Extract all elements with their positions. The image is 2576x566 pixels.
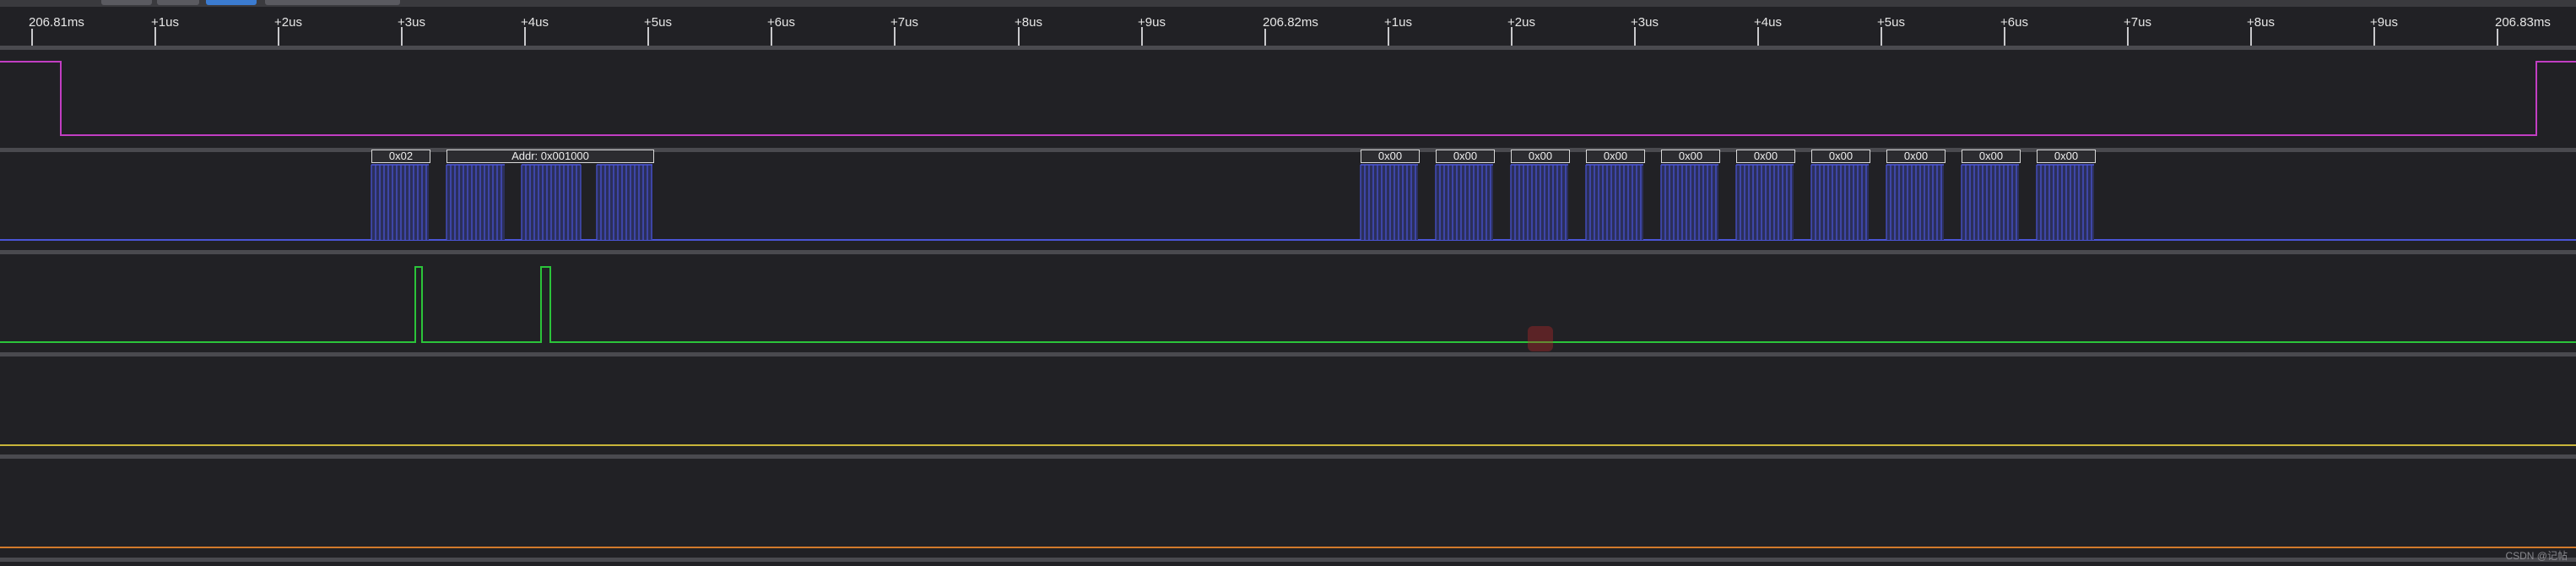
ruler-label: +3us [398,15,425,30]
ruler-tick [524,27,526,47]
ruler-tick [2250,27,2252,47]
ruler-tick [154,27,156,47]
ruler-tick [1634,27,1636,47]
channel-2-waveform[interactable]: 0x02 Addr: 0x001000 0x00 0x00 0x00 0x00 … [0,150,2576,250]
decode-label[interactable]: 0x00 [1962,150,2021,163]
ruler-tick [401,27,403,47]
window-top-bar [0,0,2576,7]
decode-label[interactable]: 0x00 [1736,150,1795,163]
ruler-tick [1264,29,1266,47]
decode-label[interactable]: 0x00 [1811,150,1870,163]
ruler-tick [2127,27,2129,47]
channel-4-waveform[interactable] [0,356,2576,454]
time-ruler[interactable]: 206.81ms +1us +2us +3us +4us +5us +6us +… [0,7,2576,47]
ruler-label: +4us [1754,15,1782,30]
ruler-tick [278,27,279,47]
ruler-label: +7us [890,15,918,30]
ruler-label: +2us [1507,15,1535,30]
watermark: CSDN @记帖 [2505,550,2568,562]
ruler-tick [771,27,772,47]
decode-label[interactable]: 0x00 [1886,150,1946,163]
decode-label[interactable]: 0x00 [2037,150,2096,163]
ruler-label: +2us [274,15,302,30]
channel-3-waveform[interactable] [0,254,2576,352]
decode-label[interactable]: 0x00 [1361,150,1420,163]
decode-label[interactable]: 0x00 [1661,150,1720,163]
channel-3-trace [0,266,2576,343]
ruler-tick [2497,29,2498,47]
channel-1-waveform[interactable] [0,50,2576,148]
ruler-tick [1141,27,1143,47]
toolbar-tab[interactable] [101,0,152,5]
ruler-label: +7us [2124,15,2151,30]
decode-label[interactable]: 0x00 [1436,150,1495,163]
ruler-label: +9us [2370,15,2398,30]
ruler-label: +6us [767,15,795,30]
decode-label[interactable]: 0x00 [1511,150,1570,163]
ruler-tick [1757,27,1759,47]
toolbar-tab-active[interactable] [206,0,257,5]
decode-label[interactable]: 0x00 [1586,150,1645,163]
ruler-label: +4us [521,15,549,30]
ruler-label: 206.82ms [1263,15,1318,30]
cursor-marker[interactable] [1528,326,1553,351]
toolbar-tab[interactable] [265,0,400,5]
decode-label[interactable]: Addr: 0x001000 [446,150,654,163]
ruler-label: +3us [1631,15,1659,30]
ruler-label: +8us [1015,15,1042,30]
toolbar-tab[interactable] [157,0,199,5]
ruler-label: 206.83ms [2495,15,2551,30]
ruler-tick [894,27,896,47]
ruler-label: +1us [151,15,179,30]
ruler-tick [2373,27,2375,47]
ruler-tick [1881,27,1882,47]
decode-label[interactable]: 0x02 [371,150,430,163]
ruler-tick [2004,27,2005,47]
channel-4-trace [0,444,2576,446]
ruler-label: +5us [1877,15,1905,30]
ruler-tick [647,27,649,47]
ruler-tick [1511,27,1513,47]
channel-5-trace [0,547,2576,548]
ruler-tick [31,29,33,47]
ruler-label: +9us [1138,15,1166,30]
ruler-label: +1us [1384,15,1412,30]
channel-2-trace [0,164,2576,241]
ruler-tick [1018,27,1020,47]
ruler-label: 206.81ms [29,15,84,30]
ruler-label: +6us [2000,15,2028,30]
channel-5-waveform[interactable] [0,459,2576,558]
ruler-label: +5us [644,15,672,30]
channel-separator [0,558,2576,562]
channel-1-trace [0,61,2576,136]
ruler-tick [1388,27,1389,47]
ruler-label: +8us [2247,15,2275,30]
